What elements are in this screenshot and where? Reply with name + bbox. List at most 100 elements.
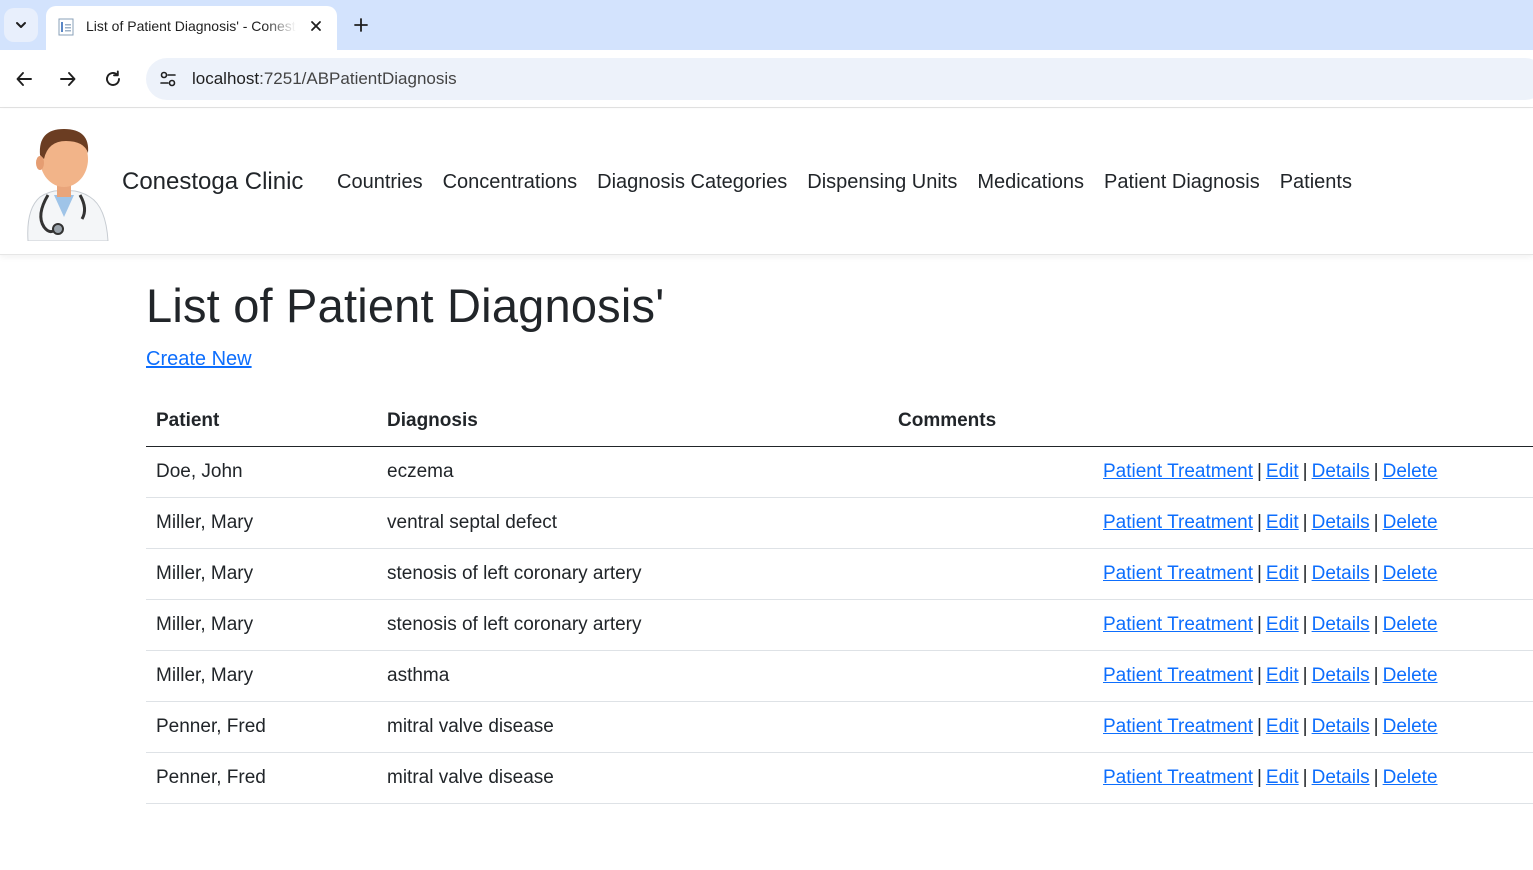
nav-item-concentrations[interactable]: Concentrations — [443, 171, 578, 194]
cell-patient: Miller, Mary — [146, 599, 377, 651]
link-separator: | — [1302, 460, 1308, 482]
nav-item-dispensing-units[interactable]: Dispensing Units — [807, 171, 957, 194]
link-separator: | — [1256, 562, 1262, 584]
column-header-comments: Comments — [888, 396, 1098, 447]
new-tab-button[interactable] — [350, 14, 372, 36]
table-header-row: Patient Diagnosis Comments — [146, 396, 1533, 447]
edit-link[interactable]: Edit — [1266, 614, 1299, 635]
url-host: localhost — [192, 69, 260, 88]
tab-close-button[interactable] — [306, 16, 326, 36]
browser-tab-active[interactable]: List of Patient Diagnosis' - Conestoga C… — [46, 6, 337, 50]
cell-diagnosis: mitral valve disease — [377, 752, 888, 804]
address-bar[interactable]: localhost:7251/ABPatientDiagnosis — [146, 58, 1533, 100]
link-separator: | — [1256, 766, 1262, 788]
link-separator: | — [1373, 664, 1379, 686]
cell-patient: Miller, Mary — [146, 497, 377, 549]
table-row: Miller, Mary ventral septal defect Patient… — [146, 497, 1533, 549]
delete-link[interactable]: Delete — [1383, 614, 1438, 635]
details-link[interactable]: Details — [1312, 563, 1370, 584]
column-header-patient: Patient — [146, 396, 377, 447]
document-icon — [58, 18, 74, 36]
cell-actions: Patient Treatment | Edit | Details | Delete — [1098, 599, 1533, 651]
link-separator: | — [1302, 715, 1308, 737]
edit-link[interactable]: Edit — [1266, 563, 1299, 584]
tune-icon — [160, 71, 176, 87]
details-link[interactable]: Details — [1312, 461, 1370, 482]
edit-link[interactable]: Edit — [1266, 512, 1299, 533]
details-link[interactable]: Details — [1312, 512, 1370, 533]
link-separator: | — [1302, 511, 1308, 533]
cell-actions: Patient Treatment | Edit | Details | Delete — [1098, 650, 1533, 702]
forward-button[interactable] — [54, 65, 82, 93]
patient-treatment-link[interactable]: Patient Treatment — [1103, 716, 1253, 737]
delete-link[interactable]: Delete — [1383, 512, 1438, 533]
table-row: Miller, Mary asthma Patient Treatment | Edit… — [146, 650, 1533, 702]
table-row: Miller, Mary stenosis of left coronary ar… — [146, 599, 1533, 651]
details-link[interactable]: Details — [1312, 665, 1370, 686]
brand-link[interactable]: Conestoga Clinic — [122, 168, 303, 196]
patient-treatment-link[interactable]: Patient Treatment — [1103, 767, 1253, 788]
link-separator: | — [1302, 766, 1308, 788]
cell-diagnosis: mitral valve disease — [377, 701, 888, 753]
cell-patient: Penner, Fred — [146, 752, 377, 804]
plus-icon — [354, 18, 368, 32]
url-text: localhost:7251/ABPatientDiagnosis — [192, 69, 457, 89]
cell-comments — [888, 497, 1098, 549]
edit-link[interactable]: Edit — [1266, 461, 1299, 482]
link-separator: | — [1373, 613, 1379, 635]
delete-link[interactable]: Delete — [1383, 665, 1438, 686]
nav-item-diagnosis-categories[interactable]: Diagnosis Categories — [597, 171, 787, 194]
nav-item-patient-diagnosis[interactable]: Patient Diagnosis — [1104, 171, 1260, 194]
create-new-link[interactable]: Create New — [146, 348, 252, 371]
arrow-right-icon — [60, 72, 76, 86]
reload-icon — [106, 70, 120, 86]
tab-title: List of Patient Diagnosis' - Conestoga C… — [86, 18, 296, 34]
nav-item-countries[interactable]: Countries — [337, 171, 423, 194]
link-separator: | — [1256, 460, 1262, 482]
link-separator: | — [1256, 664, 1262, 686]
reload-button[interactable] — [99, 65, 127, 93]
main-menu: Countries Concentrations Diagnosis Categ… — [337, 171, 1372, 194]
edit-link[interactable]: Edit — [1266, 665, 1299, 686]
diagnosis-table: Patient Diagnosis Comments Doe, John ecze… — [146, 396, 1533, 804]
patient-treatment-link[interactable]: Patient Treatment — [1103, 665, 1253, 686]
edit-link[interactable]: Edit — [1266, 767, 1299, 788]
back-button[interactable] — [10, 65, 38, 93]
patient-treatment-link[interactable]: Patient Treatment — [1103, 563, 1253, 584]
cell-actions: Patient Treatment | Edit | Details | Delete — [1098, 446, 1533, 498]
delete-link[interactable]: Delete — [1383, 461, 1438, 482]
link-separator: | — [1256, 613, 1262, 635]
patient-treatment-link[interactable]: Patient Treatment — [1103, 614, 1253, 635]
cell-diagnosis: stenosis of left coronary artery — [377, 599, 888, 651]
edit-link[interactable]: Edit — [1266, 716, 1299, 737]
details-link[interactable]: Details — [1312, 614, 1370, 635]
cell-actions: Patient Treatment | Edit | Details | Delete — [1098, 752, 1533, 804]
browser-tab-bar: List of Patient Diagnosis' - Conestoga C… — [0, 0, 1533, 50]
link-separator: | — [1256, 715, 1262, 737]
cell-patient: Miller, Mary — [146, 548, 377, 600]
patient-treatment-link[interactable]: Patient Treatment — [1103, 512, 1253, 533]
arrow-left-icon — [16, 72, 32, 86]
link-separator: | — [1302, 613, 1308, 635]
page-title: List of Patient Diagnosis' — [146, 279, 665, 332]
nav-item-patients[interactable]: Patients — [1280, 171, 1352, 194]
cell-patient: Miller, Mary — [146, 650, 377, 702]
delete-link[interactable]: Delete — [1383, 767, 1438, 788]
delete-link[interactable]: Delete — [1383, 563, 1438, 584]
cell-diagnosis: stenosis of left coronary artery — [377, 548, 888, 600]
site-info-button[interactable] — [156, 67, 180, 91]
link-separator: | — [1373, 766, 1379, 788]
table-row: Penner, Fred mitral valve disease Patient … — [146, 752, 1533, 804]
site-navbar: Conestoga Clinic Countries Concentration… — [0, 109, 1533, 255]
browser-toolbar: localhost:7251/ABPatientDiagnosis — [0, 50, 1533, 108]
patient-treatment-link[interactable]: Patient Treatment — [1103, 461, 1253, 482]
cell-diagnosis: eczema — [377, 446, 888, 498]
details-link[interactable]: Details — [1312, 716, 1370, 737]
cell-actions: Patient Treatment | Edit | Details | Delete — [1098, 548, 1533, 600]
cell-comments — [888, 599, 1098, 651]
tab-search-button[interactable] — [4, 8, 38, 42]
details-link[interactable]: Details — [1312, 767, 1370, 788]
cell-comments — [888, 701, 1098, 753]
delete-link[interactable]: Delete — [1383, 716, 1438, 737]
nav-item-medications[interactable]: Medications — [977, 171, 1084, 194]
